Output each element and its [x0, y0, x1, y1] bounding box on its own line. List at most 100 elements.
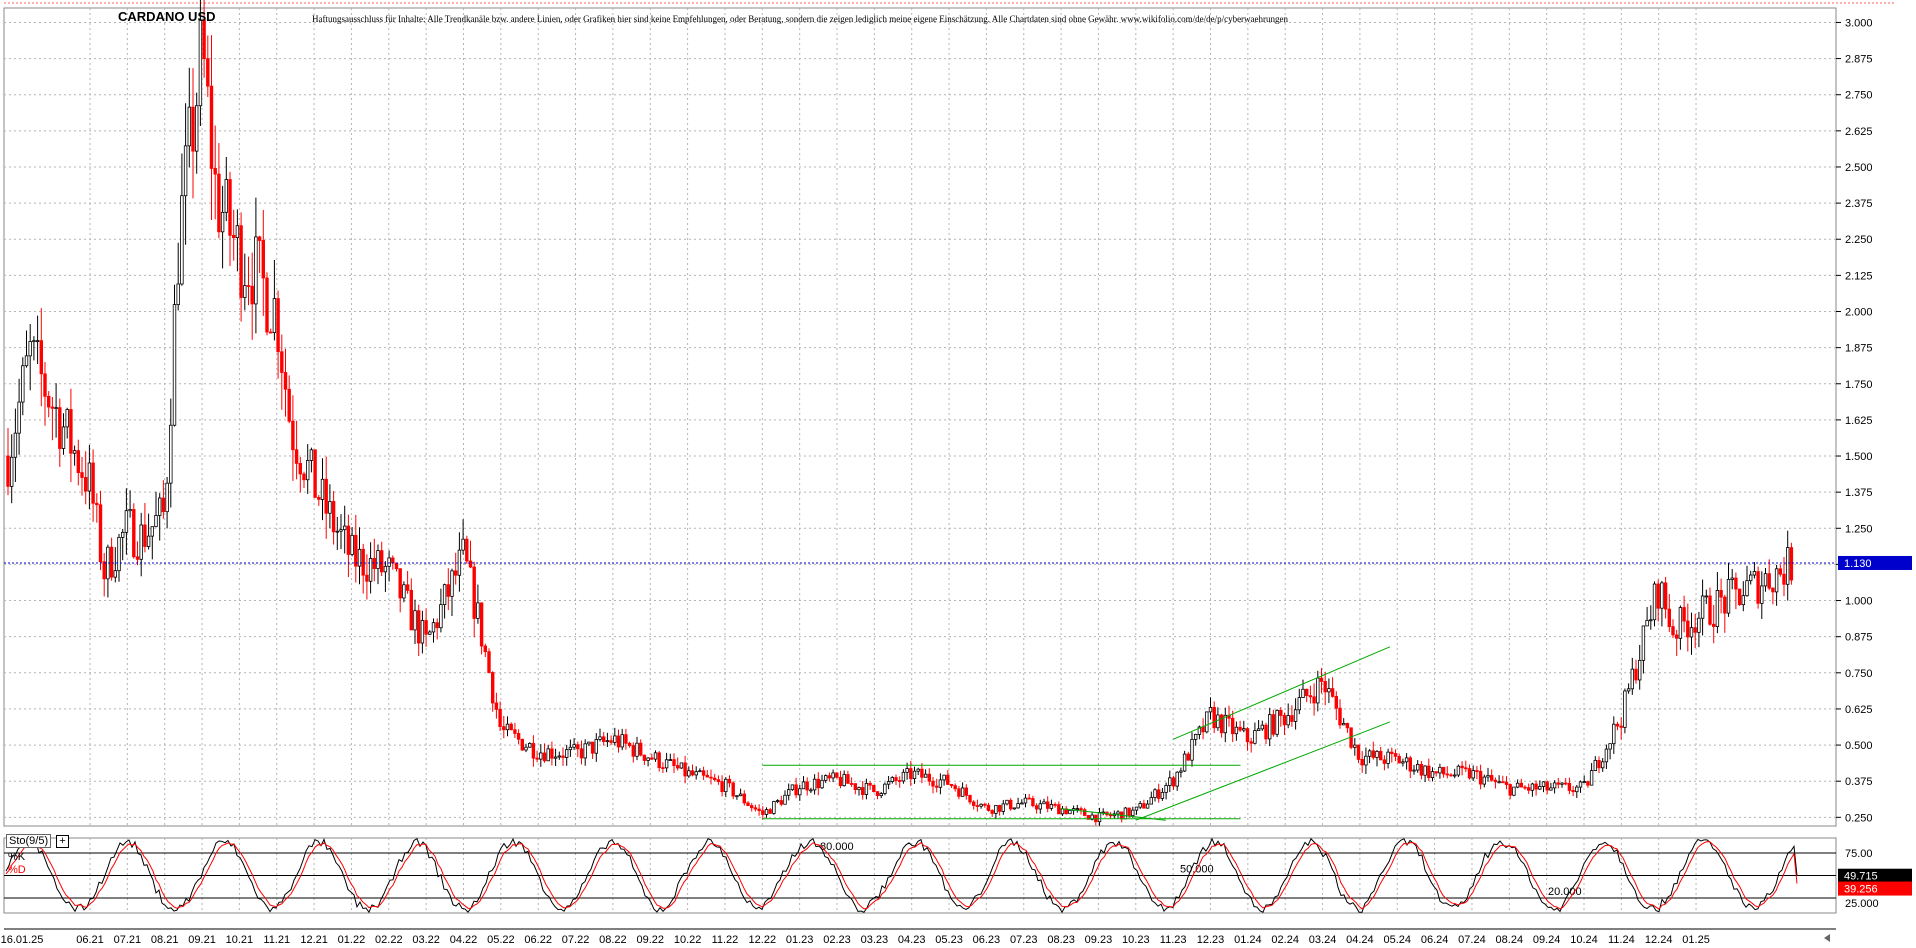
- candle-body[interactable]: [446, 584, 450, 597]
- candle-body[interactable]: [757, 808, 761, 812]
- candle-body[interactable]: [731, 782, 735, 797]
- candle-body[interactable]: [886, 781, 891, 785]
- candle-body[interactable]: [516, 733, 521, 740]
- candle-body[interactable]: [661, 767, 665, 770]
- candle-body[interactable]: [753, 807, 758, 810]
- candle-body[interactable]: [1046, 801, 1050, 809]
- candle-body[interactable]: [946, 774, 950, 785]
- candle-body[interactable]: [972, 801, 976, 806]
- candle-body[interactable]: [287, 388, 291, 422]
- candle-body[interactable]: [824, 775, 828, 781]
- candle-body[interactable]: [1552, 782, 1557, 789]
- candle-body[interactable]: [1057, 804, 1061, 815]
- candle-body[interactable]: [1726, 579, 1731, 614]
- candle-body[interactable]: [146, 535, 151, 547]
- candle-body[interactable]: [598, 736, 602, 740]
- candle-body[interactable]: [1016, 803, 1020, 809]
- candle-body[interactable]: [550, 748, 554, 759]
- candle-body[interactable]: [1379, 750, 1383, 761]
- candle-body[interactable]: [117, 536, 121, 572]
- candle-body[interactable]: [1001, 803, 1005, 812]
- candle-body[interactable]: [838, 776, 843, 787]
- candle-body[interactable]: [331, 501, 336, 533]
- candle-body[interactable]: [365, 574, 369, 582]
- candle-body[interactable]: [849, 783, 854, 785]
- candle-body[interactable]: [1186, 753, 1190, 761]
- candle-body[interactable]: [405, 584, 410, 591]
- candle-body[interactable]: [479, 602, 484, 647]
- candle-body[interactable]: [176, 283, 180, 305]
- candle-body[interactable]: [1401, 761, 1405, 764]
- candle-body[interactable]: [1774, 568, 1779, 593]
- candle-body[interactable]: [1752, 571, 1757, 576]
- candle-body[interactable]: [180, 195, 184, 285]
- candle-body[interactable]: [1763, 573, 1768, 587]
- candle-body[interactable]: [294, 449, 299, 464]
- candle-body[interactable]: [394, 562, 399, 570]
- candle-body[interactable]: [1312, 696, 1316, 704]
- candle-body[interactable]: [65, 409, 69, 428]
- candle-body[interactable]: [1419, 764, 1424, 776]
- candle-body[interactable]: [509, 723, 513, 731]
- candle-body[interactable]: [1023, 797, 1028, 804]
- candle-body[interactable]: [13, 432, 18, 458]
- candle-body[interactable]: [1767, 573, 1771, 589]
- candle-body[interactable]: [139, 524, 143, 560]
- candle-body[interactable]: [705, 774, 709, 778]
- candle-body[interactable]: [1667, 608, 1671, 627]
- candle-body[interactable]: [738, 793, 743, 797]
- candle-body[interactable]: [635, 742, 639, 757]
- candle-body[interactable]: [997, 804, 1002, 812]
- candle-body[interactable]: [864, 782, 869, 795]
- candle-body[interactable]: [724, 778, 728, 793]
- candle-body[interactable]: [1179, 770, 1183, 773]
- candle-body[interactable]: [1038, 803, 1042, 810]
- candle-body[interactable]: [1108, 814, 1113, 817]
- candle-body[interactable]: [1771, 587, 1775, 593]
- candle-body[interactable]: [1301, 688, 1305, 698]
- candle-body[interactable]: [1308, 695, 1313, 698]
- candle-body[interactable]: [916, 768, 920, 772]
- candle-body[interactable]: [250, 285, 254, 305]
- candle-body[interactable]: [298, 462, 302, 475]
- candle-body[interactable]: [602, 736, 606, 742]
- candle-body[interactable]: [235, 225, 240, 239]
- candle-body[interactable]: [1245, 728, 1250, 743]
- candle-body[interactable]: [879, 793, 883, 796]
- candle-body[interactable]: [1364, 755, 1368, 766]
- candle-body[interactable]: [442, 584, 447, 605]
- candle-body[interactable]: [413, 610, 417, 631]
- candle-body[interactable]: [1508, 784, 1512, 796]
- candle-body[interactable]: [494, 702, 499, 710]
- candle-body[interactable]: [727, 778, 732, 784]
- candle-body[interactable]: [280, 351, 284, 373]
- candle-body[interactable]: [1075, 808, 1079, 810]
- candle-body[interactable]: [794, 784, 798, 796]
- candle-body[interactable]: [1171, 777, 1176, 787]
- candle-body[interactable]: [1049, 804, 1054, 809]
- candle-body[interactable]: [1201, 726, 1205, 733]
- candle-body[interactable]: [228, 179, 232, 236]
- candle-body[interactable]: [768, 809, 772, 814]
- candle-body[interactable]: [1323, 681, 1327, 693]
- candle-body[interactable]: [1027, 797, 1031, 800]
- candle-body[interactable]: [317, 497, 321, 500]
- candle-body[interactable]: [324, 478, 328, 514]
- candle-body[interactable]: [1623, 690, 1627, 728]
- candle-body[interactable]: [1493, 779, 1498, 783]
- stochastic-title[interactable]: Sto(9/5): [6, 834, 52, 848]
- candle-body[interactable]: [690, 770, 695, 776]
- candle-body[interactable]: [909, 768, 913, 780]
- candle-body[interactable]: [579, 748, 584, 759]
- candle-body[interactable]: [1386, 751, 1390, 764]
- candle-body[interactable]: [1149, 797, 1153, 805]
- candle-body[interactable]: [1375, 750, 1379, 758]
- candle-body[interactable]: [1789, 547, 1794, 581]
- candle-body[interactable]: [1530, 783, 1535, 791]
- candle-body[interactable]: [912, 770, 917, 780]
- candle-body[interactable]: [1619, 725, 1623, 728]
- candle-body[interactable]: [1164, 785, 1168, 793]
- candle-body[interactable]: [231, 234, 236, 239]
- candle-body[interactable]: [165, 482, 169, 513]
- candle-body[interactable]: [694, 771, 698, 776]
